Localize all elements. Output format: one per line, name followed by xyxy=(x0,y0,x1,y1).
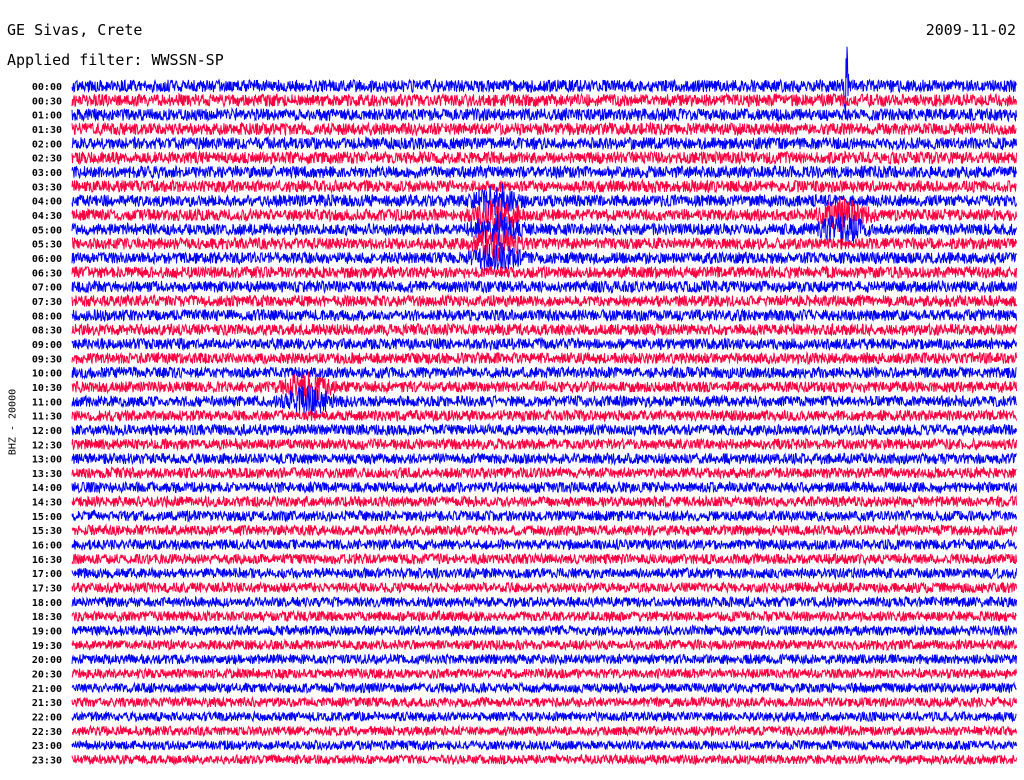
trace-row xyxy=(71,695,1017,709)
row-label: 00:00 xyxy=(32,82,62,93)
trace-row xyxy=(71,666,1017,681)
row-label: 23:00 xyxy=(32,741,62,752)
helicorder-plot: 00:00 00:30 01:00 01:30 02:00 02:30 03:00 03:30… xyxy=(32,46,1017,767)
trace-row xyxy=(71,623,1017,638)
row-label: 11:00 xyxy=(32,397,62,408)
trace-row xyxy=(71,92,1017,109)
row-label: 18:00 xyxy=(32,598,62,609)
trace-row xyxy=(71,552,1017,566)
trace-row xyxy=(71,537,1017,552)
row-label: 06:30 xyxy=(32,268,62,279)
trace-row xyxy=(71,710,1017,723)
trace-row xyxy=(71,494,1017,509)
row-label: 12:00 xyxy=(32,426,62,437)
trace-row xyxy=(71,681,1017,695)
row-label: 07:00 xyxy=(32,283,62,294)
row-label: 14:30 xyxy=(32,498,62,509)
trace-row xyxy=(71,480,1017,495)
row-label: 13:30 xyxy=(32,469,62,480)
row-label: 12:30 xyxy=(32,440,62,451)
trace-row xyxy=(71,135,1017,152)
row-label: 22:00 xyxy=(32,713,62,724)
row-label: 09:30 xyxy=(32,354,62,365)
row-label: 04:30 xyxy=(32,211,62,222)
row-label: 08:00 xyxy=(32,311,62,322)
row-label: 03:00 xyxy=(32,168,62,179)
trace-row xyxy=(71,724,1017,738)
row-label: 21:30 xyxy=(32,698,62,709)
row-label: 22:30 xyxy=(32,727,62,738)
row-label: 20:00 xyxy=(32,655,62,666)
trace-row xyxy=(71,336,1017,352)
row-label: 15:00 xyxy=(32,512,62,523)
row-label: 09:00 xyxy=(32,340,62,351)
row-label: 07:30 xyxy=(32,297,62,308)
trace-row xyxy=(71,652,1017,666)
row-label: 00:30 xyxy=(32,96,62,107)
trace-row xyxy=(71,107,1017,123)
trace-row xyxy=(71,264,1017,280)
row-label: 23:30 xyxy=(32,756,62,767)
row-label: 01:00 xyxy=(32,111,62,122)
row-label: 10:00 xyxy=(32,369,62,380)
trace-row xyxy=(71,279,1017,295)
row-label: 10:30 xyxy=(32,383,62,394)
trace-row xyxy=(71,595,1017,609)
trace-row xyxy=(71,46,1017,120)
row-label: 19:30 xyxy=(32,641,62,652)
row-label: 03:30 xyxy=(32,182,62,193)
row-label: 14:00 xyxy=(32,483,62,494)
trace-row xyxy=(71,753,1017,767)
row-label: 01:30 xyxy=(32,125,62,136)
trace-row xyxy=(71,164,1017,180)
trace-row xyxy=(71,451,1017,466)
row-label: 19:00 xyxy=(32,627,62,638)
trace-row xyxy=(71,422,1017,438)
row-label: 15:30 xyxy=(32,526,62,537)
trace-row xyxy=(71,121,1017,137)
row-label: 05:30 xyxy=(32,240,62,251)
trace-row xyxy=(71,293,1017,309)
row-label: 06:00 xyxy=(32,254,62,265)
trace-row xyxy=(71,308,1017,323)
trace-row xyxy=(71,466,1017,480)
trace-row xyxy=(71,523,1017,538)
trace-row xyxy=(71,322,1017,338)
trace-row xyxy=(71,408,1017,423)
traces-group xyxy=(71,46,1017,767)
row-label: 21:00 xyxy=(32,684,62,695)
trace-row xyxy=(71,580,1017,595)
row-label: 11:30 xyxy=(32,412,62,423)
row-labels-group: 00:00 00:30 01:00 01:30 02:00 02:30 03:00 03:30… xyxy=(32,82,62,767)
row-label: 17:30 xyxy=(32,584,62,595)
row-label: 16:30 xyxy=(32,555,62,566)
row-label: 17:00 xyxy=(32,569,62,580)
trace-row xyxy=(71,350,1017,366)
row-label: 18:30 xyxy=(32,612,62,623)
row-label: 02:30 xyxy=(32,154,62,165)
row-label: 02:00 xyxy=(32,139,62,150)
row-label: 04:00 xyxy=(32,197,62,208)
row-label: 08:30 xyxy=(32,326,62,337)
row-label: 20:30 xyxy=(32,670,62,681)
trace-row xyxy=(71,566,1017,581)
trace-row xyxy=(71,509,1017,523)
trace-row xyxy=(71,638,1017,652)
row-label: 16:00 xyxy=(32,541,62,552)
trace-row xyxy=(71,149,1017,166)
row-label: 05:00 xyxy=(32,225,62,236)
trace-row xyxy=(71,609,1017,623)
trace-row xyxy=(71,738,1017,752)
row-label: 13:00 xyxy=(32,455,62,466)
trace-row xyxy=(71,365,1017,380)
trace-row xyxy=(71,437,1017,452)
trace-row xyxy=(71,178,1017,195)
